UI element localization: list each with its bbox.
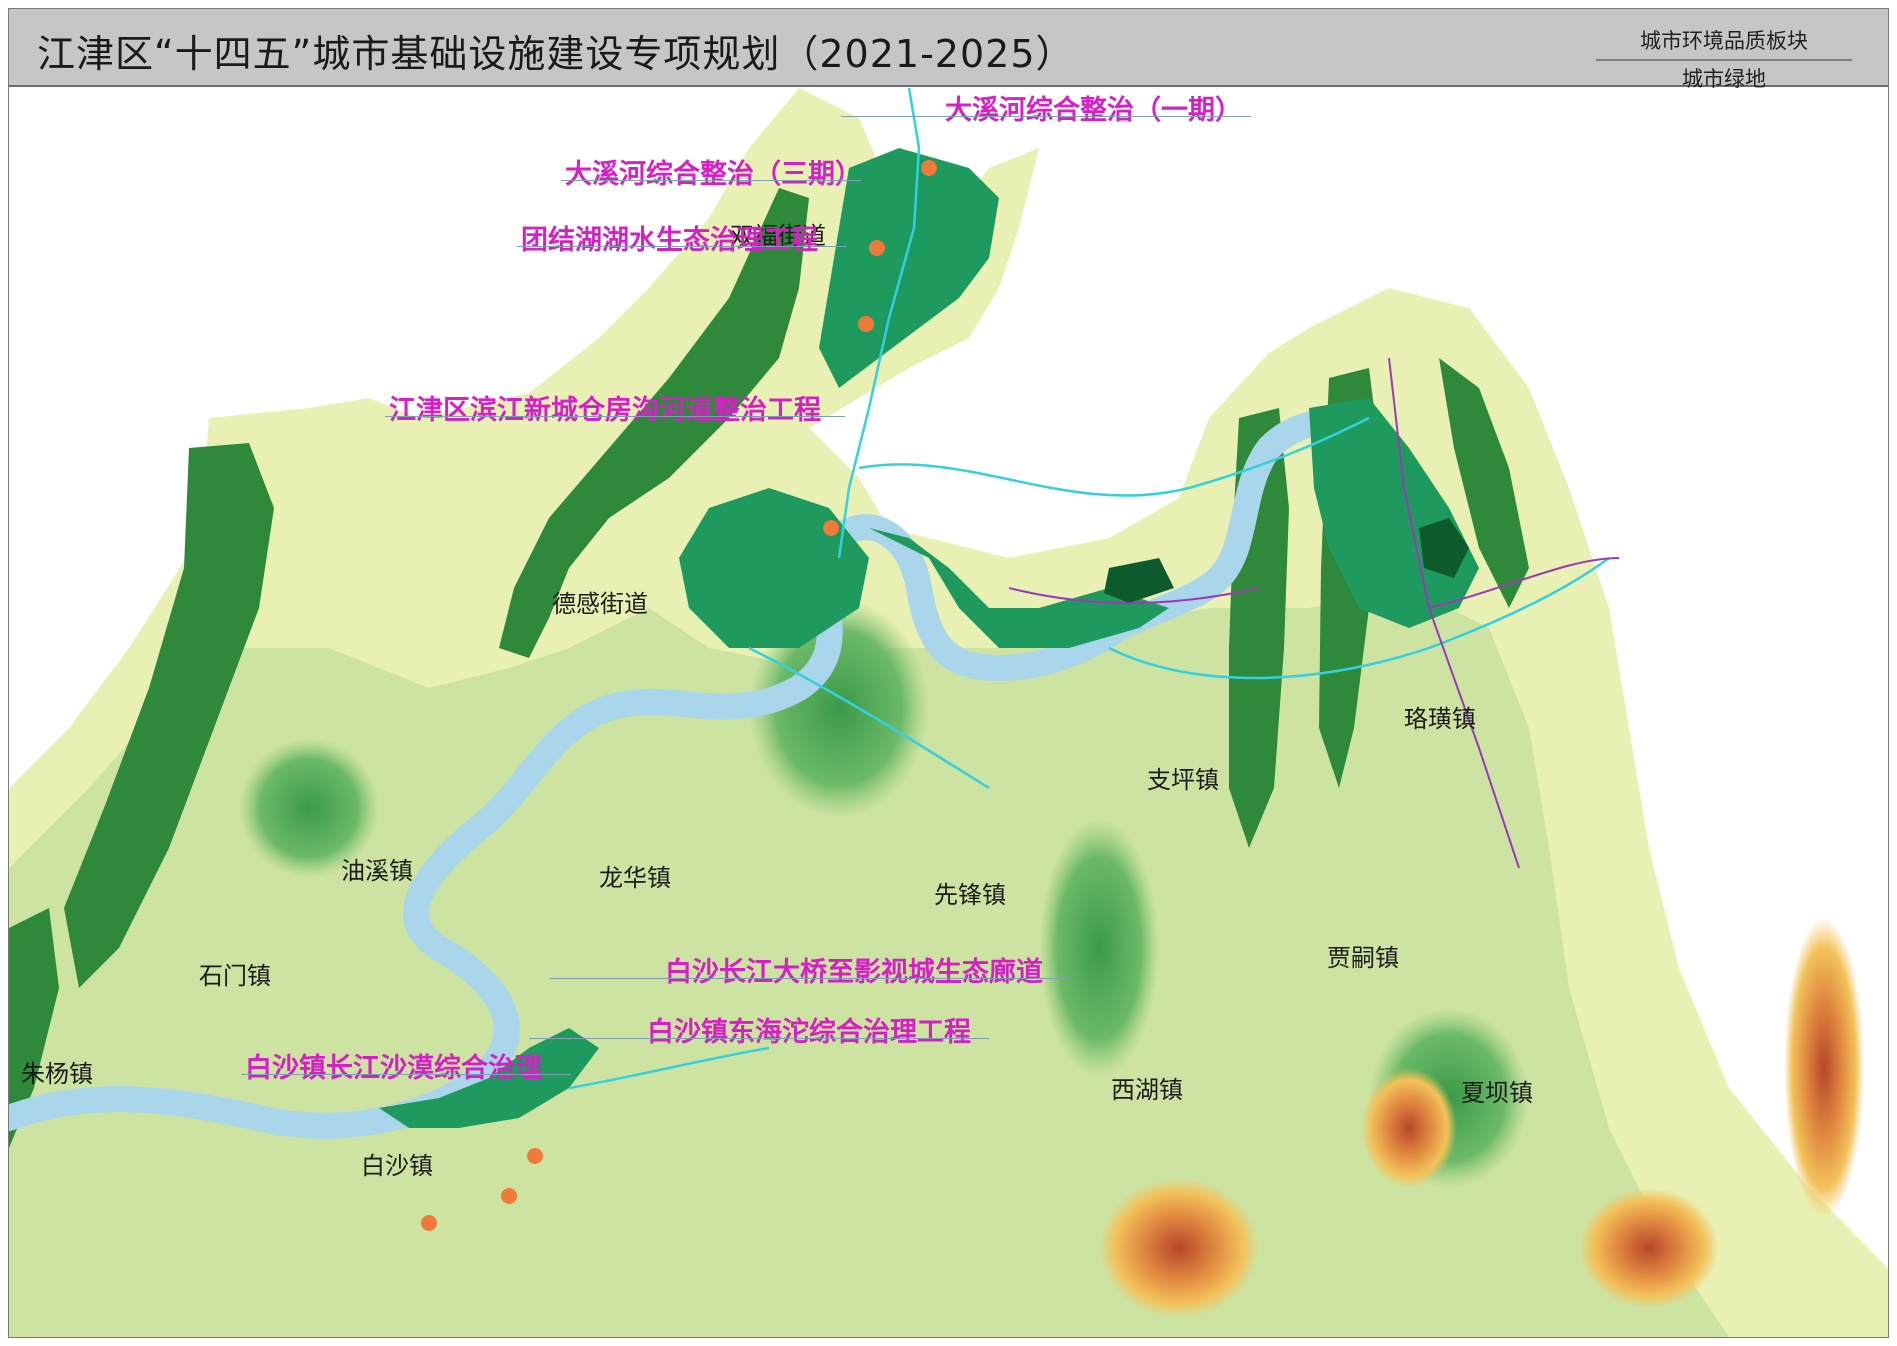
town-label-luohuang: 珞璜镇 (1404, 705, 1476, 733)
town-label-jiasi: 贾嗣镇 (1327, 944, 1399, 972)
project-label-p5: 白沙长江大桥至影视城生态廊道 (665, 957, 1043, 988)
project-marker-p5 (527, 1148, 543, 1164)
leader-line-p3 (517, 246, 847, 247)
leader-line-p7 (241, 1074, 571, 1075)
project-marker-p4 (823, 520, 839, 536)
project-label-p3: 团结湖湖水生态治理工程 (521, 225, 818, 256)
leader-line-p4 (385, 416, 845, 417)
project-label-p6: 白沙镇东海沱综合治理工程 (647, 1017, 971, 1048)
highland-xiaba (1361, 1068, 1457, 1188)
project-marker-p2 (869, 240, 885, 256)
town-label-xiaba: 夏坝镇 (1461, 1079, 1533, 1107)
project-label-p2: 大溪河综合整治（三期） (565, 159, 862, 190)
project-label-p4: 江津区滨江新城仓房沟河道整治工程 (389, 395, 821, 426)
project-marker-p7 (421, 1215, 437, 1231)
project-marker-p1 (921, 160, 937, 176)
town-label-zhiping: 支坪镇 (1147, 766, 1219, 794)
hill-south (1039, 818, 1159, 1078)
town-label-zhuyang: 朱杨镇 (21, 1060, 93, 1088)
section-name: 城市环境品质板块 (1596, 25, 1852, 61)
section-box: 城市环境品质板块 城市绿地 (1596, 25, 1852, 93)
planning-map[interactable]: 双福街道 德感街道 珞璜镇 支坪镇 油溪镇 龙华镇 先锋镇 贾嗣镇 石门镇 朱杨… (9, 88, 1888, 1337)
project-label-p7: 白沙镇长江沙漠综合治理 (245, 1053, 542, 1084)
title-bar: 江津区“十四五”城市基础设施建设专项规划（2021-2025） 城市环境品质板块… (9, 9, 1888, 91)
town-label-baisha: 白沙镇 (361, 1152, 433, 1180)
project-marker-p3 (858, 316, 874, 332)
town-label-youxi: 油溪镇 (341, 857, 413, 885)
leader-line-p1 (841, 116, 1251, 117)
town-label-degan: 德感街道 (552, 590, 648, 618)
highland-east (1784, 918, 1864, 1218)
page-title: 江津区“十四五”城市基础设施建设专项规划（2021-2025） (37, 32, 1075, 76)
highland-xihu (1099, 1178, 1259, 1318)
leader-line-p2 (561, 180, 861, 181)
terrain-layer (9, 88, 1888, 1337)
leader-line-p6 (529, 1038, 989, 1039)
project-label-p1: 大溪河综合整治（一期） (945, 95, 1242, 126)
leader-line-p5 (549, 978, 1069, 979)
town-label-longhua: 龙华镇 (599, 864, 671, 892)
town-label-xihu: 西湖镇 (1111, 1076, 1183, 1104)
highland-southeast (1579, 1188, 1719, 1308)
town-label-xianfeng: 先锋镇 (934, 881, 1006, 909)
town-label-shimen: 石门镇 (199, 962, 271, 990)
project-marker-p6 (501, 1188, 517, 1204)
